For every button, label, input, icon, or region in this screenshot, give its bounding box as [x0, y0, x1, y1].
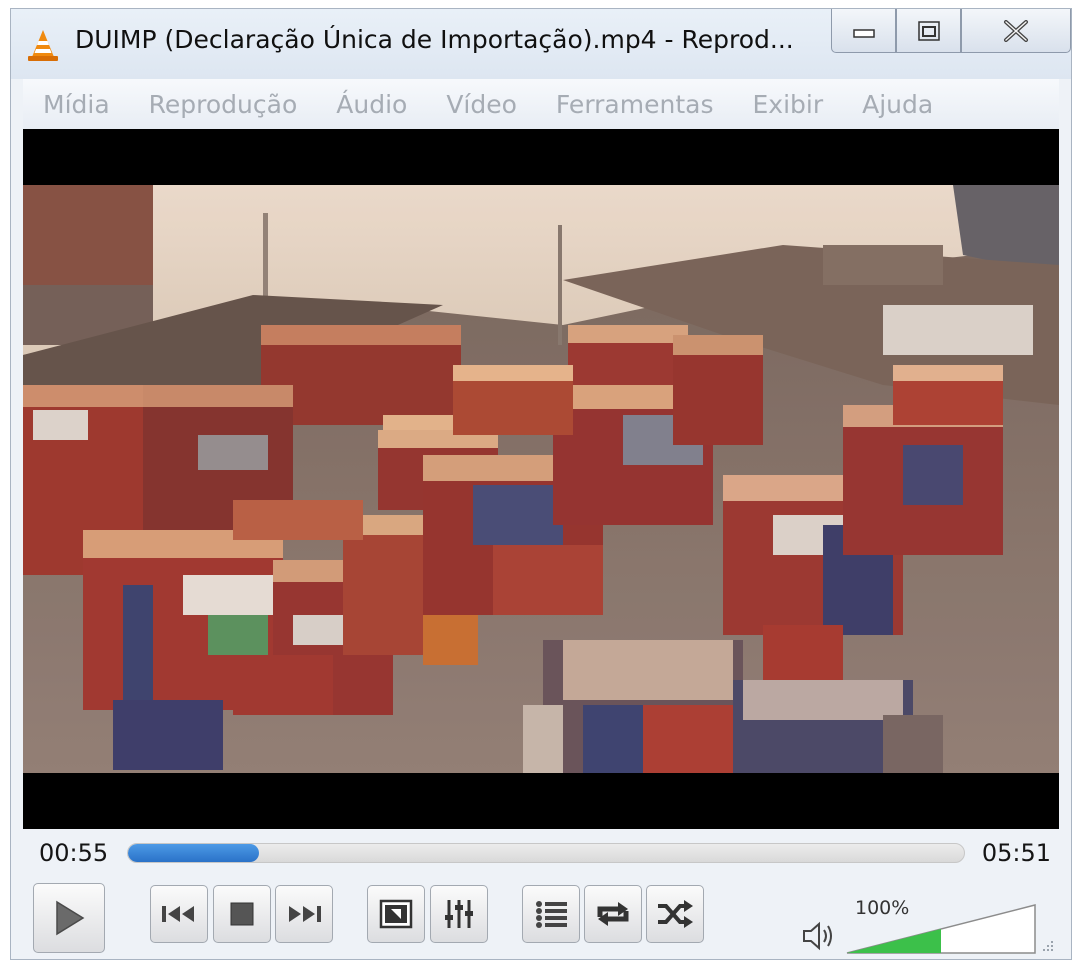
fullscreen-icon — [379, 899, 413, 929]
playlist-icon — [536, 901, 567, 928]
next-button[interactable] — [275, 885, 333, 943]
menu-bar: Mídia Reprodução Áudio Vídeo Ferramentas… — [23, 79, 1059, 129]
title-bar[interactable]: DUIMP (Declaração Única de Importação).m… — [11, 9, 1071, 79]
menu-ajuda[interactable]: Ajuda — [862, 90, 933, 119]
minimize-icon — [852, 28, 875, 38]
minimize-button[interactable] — [831, 9, 896, 53]
menu-audio[interactable]: Áudio — [336, 90, 407, 119]
control-bar: 100% — [23, 877, 1059, 957]
equalizer-icon — [445, 900, 473, 928]
seek-progress-fill — [128, 844, 260, 862]
menu-exibir[interactable]: Exibir — [752, 90, 823, 119]
vlc-cone-icon — [28, 30, 58, 61]
video-area[interactable] — [23, 129, 1059, 829]
maximize-button[interactable] — [896, 9, 961, 53]
loop-button[interactable] — [584, 885, 642, 943]
close-icon — [1004, 19, 1028, 42]
menu-midia[interactable]: Mídia — [43, 90, 110, 119]
close-button[interactable] — [961, 9, 1071, 53]
extended-settings-button[interactable] — [430, 885, 488, 943]
shuffle-button[interactable] — [646, 885, 704, 943]
fullscreen-button[interactable] — [367, 885, 425, 943]
resize-grip-icon[interactable] — [1041, 939, 1055, 953]
vlc-window: DUIMP (Declaração Única de Importação).m… — [10, 8, 1072, 960]
maximize-icon — [917, 20, 940, 41]
volume-slider[interactable] — [845, 901, 1037, 957]
next-icon — [289, 906, 321, 922]
window-title: DUIMP (Declaração Única de Importação).m… — [75, 25, 794, 54]
menu-ferramentas[interactable]: Ferramentas — [556, 90, 714, 119]
speaker-icon[interactable] — [801, 921, 837, 951]
window-controls — [831, 9, 1071, 55]
stop-icon — [230, 902, 254, 926]
previous-button[interactable] — [150, 885, 208, 943]
current-time: 00:55 — [39, 839, 109, 867]
playlist-button[interactable] — [522, 885, 580, 943]
loop-icon — [597, 902, 629, 926]
play-icon — [56, 900, 85, 936]
seek-row: 00:55 05:51 — [23, 829, 1059, 877]
menu-reproducao[interactable]: Reprodução — [149, 90, 298, 119]
previous-icon — [162, 906, 194, 922]
seek-bar[interactable] — [127, 843, 965, 863]
play-button[interactable] — [33, 883, 105, 953]
shuffle-icon — [658, 900, 693, 928]
menu-video[interactable]: Vídeo — [446, 90, 517, 119]
stop-button[interactable] — [213, 885, 271, 943]
video-frame-port-containers — [23, 185, 1059, 773]
total-time: 05:51 — [981, 839, 1051, 867]
